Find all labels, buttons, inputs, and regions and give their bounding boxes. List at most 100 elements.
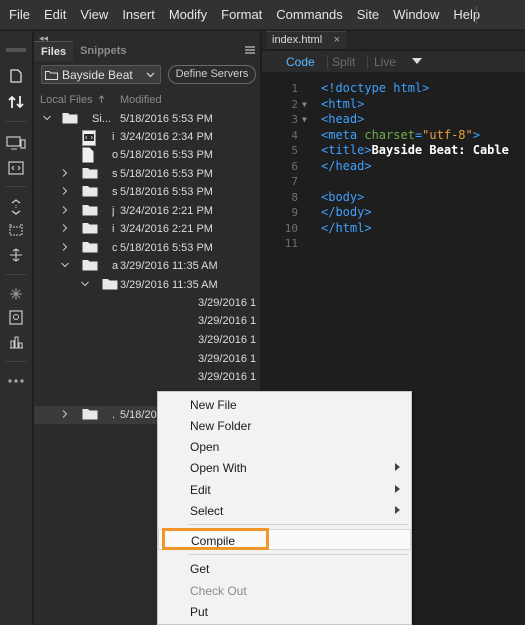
file-tree-row[interactable]: i 3/24/2016 2:34 PM [34, 128, 261, 146]
menu-modify[interactable]: Modify [162, 0, 214, 30]
document-icon[interactable] [5, 67, 27, 85]
toolbar-separator [6, 121, 26, 122]
code-line: <html> [321, 97, 364, 111]
file-tree-row[interactable]: s 5/18/2016 5:53 PM [34, 183, 261, 201]
file-name: i [112, 131, 115, 143]
tab-snippets[interactable]: Snippets [73, 41, 133, 61]
toolbar-separator [6, 186, 26, 187]
file-tree-row[interactable]: Si... 5/18/2016 5:53 PM [34, 110, 261, 128]
menu-file[interactable]: File [2, 0, 37, 30]
tab-files[interactable]: Files [34, 41, 74, 61]
fold-toggle-icon[interactable]: ▼ [302, 100, 307, 109]
sort-up-icon[interactable] [98, 94, 105, 106]
sparkle-icon[interactable] [5, 285, 27, 303]
file-tree-row[interactable]: s 5/18/2016 5:53 PM [34, 165, 261, 183]
close-icon[interactable]: × [334, 32, 340, 49]
chevron-right-icon[interactable] [60, 223, 70, 233]
file-name: c [112, 242, 118, 254]
device-preview-icon[interactable] [5, 134, 27, 152]
chevron-down-icon[interactable] [42, 113, 52, 123]
more-icon[interactable] [5, 372, 27, 390]
view-live-button[interactable]: Live [374, 55, 396, 69]
chevron-right-icon[interactable] [60, 205, 70, 215]
css-designer-icon[interactable] [5, 333, 27, 351]
menu-open[interactable]: Open [158, 436, 411, 457]
view-bar: Code Split Live [262, 51, 525, 73]
file-modified-date: 3/29/2016 1 [198, 371, 257, 383]
fold-toggle-icon[interactable]: ▼ [302, 115, 307, 124]
menu-separator [476, 6, 477, 24]
file-tree-row[interactable]: i 3/24/2016 2:21 PM [34, 220, 261, 238]
file-tree-row[interactable]: 3/29/2016 1 [34, 350, 261, 368]
select-element-icon[interactable] [5, 222, 27, 240]
line-number: 8 [291, 190, 298, 204]
file-tree-row[interactable]: 3/29/2016 1 [34, 331, 261, 349]
code-line: <body> [321, 190, 364, 204]
menu-get[interactable]: Get [158, 558, 411, 579]
line-number: 5 [291, 144, 298, 157]
folder-icon [62, 112, 78, 127]
document-tab-bar: index.html × [262, 31, 525, 49]
site-select[interactable]: Bayside Beat [41, 65, 161, 84]
live-code-icon[interactable] [5, 159, 27, 177]
menu-insert[interactable]: Insert [115, 0, 162, 30]
folder-icon [102, 278, 118, 293]
menu-view[interactable]: View [73, 0, 115, 30]
file-tree-row[interactable]: a 3/29/2016 11:35 AM [34, 257, 261, 275]
col-local-files[interactable]: Local Files [40, 94, 93, 106]
code-line: </html> [321, 221, 372, 235]
file-tree-row[interactable]: o 5/18/2016 5:53 PM [34, 146, 261, 164]
chevron-right-icon[interactable] [60, 186, 70, 196]
inspect-icon[interactable] [5, 309, 27, 327]
file-tree-row[interactable]: c 5/18/2016 5:53 PM [34, 239, 261, 257]
chevron-right-icon[interactable] [60, 242, 70, 252]
file-tree-row[interactable]: 3/29/2016 11:35 AM [34, 276, 261, 294]
define-servers-button[interactable]: Define Servers [168, 65, 256, 84]
file-name: o [112, 149, 118, 161]
code-line: <title>Bayside Beat: Cable [321, 143, 509, 157]
compile-highlight-box [162, 528, 269, 550]
code-line: </body> [321, 205, 372, 219]
file-tree-row[interactable]: 3/29/2016 1 [34, 368, 261, 386]
menu-edit[interactable]: Edit [37, 0, 73, 30]
view-options-icon[interactable] [412, 58, 422, 64]
menu-new-file[interactable]: New File [158, 394, 411, 415]
menu-help[interactable]: Help [446, 0, 487, 30]
chevron-right-icon[interactable] [60, 409, 70, 419]
code-token: > [472, 127, 480, 142]
view-split-button[interactable]: Split [332, 55, 355, 69]
menu-format[interactable]: Format [214, 0, 269, 30]
file-icon [82, 147, 94, 166]
chevron-right-icon[interactable] [60, 168, 70, 178]
menu-new-folder[interactable]: New Folder [158, 415, 411, 436]
file-tree-row[interactable]: 3/29/2016 1 [34, 294, 261, 312]
file-tree-row[interactable]: 3/29/2016 1 [34, 312, 261, 330]
view-code-button[interactable]: Code [286, 55, 315, 69]
menu-put[interactable]: Put [158, 601, 411, 622]
panel-menu-icon[interactable] [245, 46, 255, 54]
file-modified-date: 5/18/2016 5:53 PM [120, 113, 213, 125]
expand-collapse-icon[interactable] [5, 198, 27, 216]
menu-site[interactable]: Site [350, 0, 386, 30]
menu-select[interactable]: Select [158, 500, 411, 521]
menu-edit-sub[interactable]: Edit [158, 479, 411, 500]
menu-commands[interactable]: Commands [269, 0, 349, 30]
menu-window[interactable]: Window [386, 0, 446, 30]
menu-open-with[interactable]: Open With [158, 457, 411, 478]
chevron-down-icon[interactable] [80, 279, 90, 289]
file-modified-date: 3/24/2016 2:34 PM [120, 131, 213, 143]
move-icon[interactable] [5, 246, 27, 264]
file-modified-date: 5/18/2016 5:53 PM [120, 168, 213, 180]
file-name: s [112, 168, 118, 180]
folder-icon [82, 241, 98, 256]
submenu-arrow-icon [395, 485, 400, 493]
file-modified-date: 3/29/2016 11:35 AM [120, 260, 218, 272]
file-name: s [112, 186, 118, 198]
file-transfer-icon[interactable] [5, 93, 27, 111]
document-tab[interactable]: index.html × [266, 31, 346, 49]
chevron-down-icon[interactable] [60, 260, 70, 270]
file-tree-row[interactable]: j 3/24/2016 2:21 PM [34, 202, 261, 220]
document-tab-label: index.html [272, 34, 323, 46]
col-modified[interactable]: Modified [120, 94, 162, 106]
line-number: 11 [284, 237, 298, 250]
